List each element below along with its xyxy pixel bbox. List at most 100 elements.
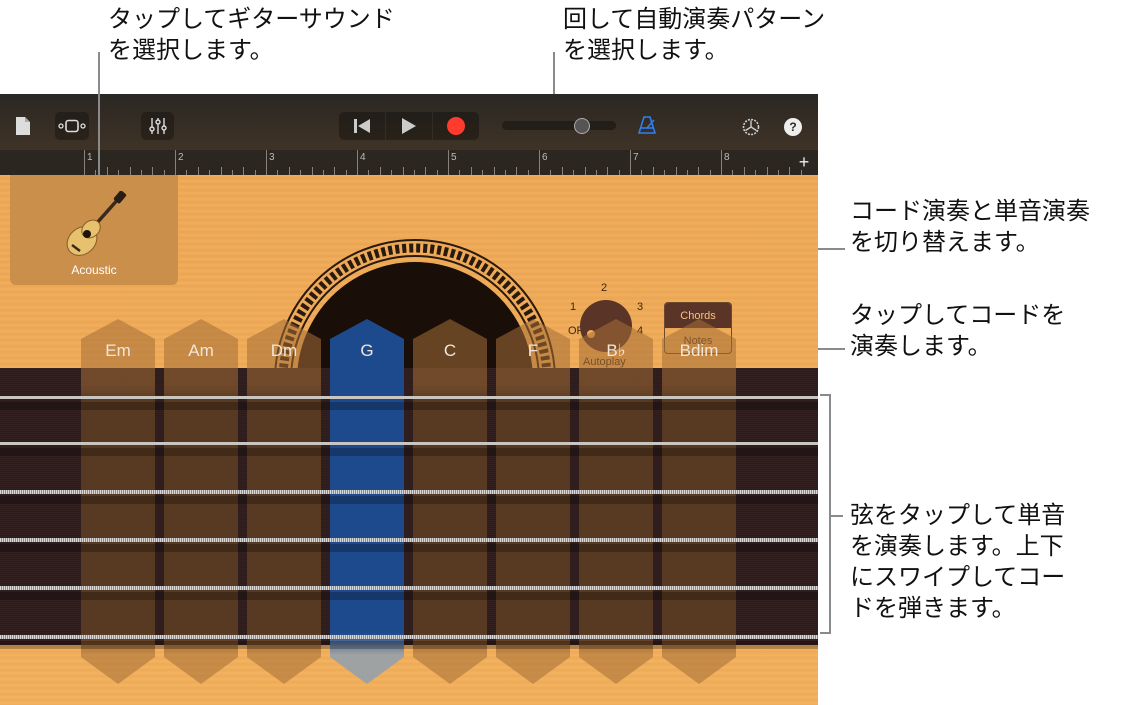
my-songs-button[interactable] bbox=[14, 116, 32, 136]
beat-tick bbox=[675, 167, 677, 175]
play-icon bbox=[402, 118, 416, 134]
beat-tick bbox=[743, 167, 745, 175]
bar-line bbox=[630, 150, 631, 175]
beat-tick bbox=[698, 167, 700, 175]
help-button[interactable]: ? bbox=[784, 118, 802, 136]
record-icon bbox=[447, 117, 465, 135]
record-button[interactable] bbox=[433, 112, 479, 140]
beat-tick bbox=[334, 167, 336, 175]
instrument-name: Acoustic bbox=[71, 263, 117, 277]
bar-line bbox=[357, 150, 358, 175]
guitar-string-1[interactable] bbox=[0, 396, 818, 399]
guitar-string-6[interactable] bbox=[0, 635, 818, 639]
beat-tick bbox=[129, 167, 131, 175]
chord-label: Am bbox=[188, 341, 214, 360]
bar-line bbox=[539, 150, 540, 175]
bar-number: 3 bbox=[269, 152, 275, 163]
string-shadow bbox=[0, 544, 818, 552]
track-view-icon bbox=[58, 119, 86, 133]
bar-line bbox=[175, 150, 176, 175]
guitar-string-3[interactable] bbox=[0, 490, 818, 494]
skip-back-icon bbox=[354, 119, 370, 133]
chord-label: G bbox=[360, 341, 374, 360]
string-shadow bbox=[0, 402, 818, 410]
bar-line bbox=[448, 150, 449, 175]
bar-line bbox=[266, 150, 267, 175]
bar-number: 7 bbox=[633, 152, 639, 163]
callout-autoplay: 回して自動演奏パターン を選択します。 bbox=[563, 5, 826, 64]
string-shadow bbox=[0, 641, 818, 649]
callout-guitar-sound: タップしてギターサウンド を選択します。 bbox=[108, 5, 395, 64]
beat-tick bbox=[220, 167, 222, 175]
beat-tick bbox=[607, 167, 609, 175]
string-shadow bbox=[0, 496, 818, 504]
beat-tick bbox=[766, 167, 768, 175]
autoplay-position-1: 1 bbox=[570, 301, 577, 313]
beat-tick bbox=[152, 167, 154, 175]
beat-tick bbox=[516, 167, 518, 175]
chord-label: Bdim bbox=[679, 341, 719, 360]
beat-tick bbox=[197, 167, 199, 175]
track-view-button[interactable] bbox=[55, 112, 89, 140]
transport-controls bbox=[339, 112, 479, 140]
autoplay-position-2: 2 bbox=[601, 282, 608, 294]
instrument-browser-button[interactable]: Acoustic bbox=[10, 175, 178, 285]
chord-label: Em bbox=[105, 341, 131, 360]
guitar-string-2[interactable] bbox=[0, 442, 818, 445]
beat-tick bbox=[652, 167, 654, 175]
chord-label: C bbox=[443, 341, 457, 360]
beat-tick bbox=[561, 167, 563, 175]
beat-tick bbox=[402, 167, 404, 175]
play-button[interactable] bbox=[386, 112, 433, 140]
guitar-string-5[interactable] bbox=[0, 586, 818, 590]
guitar-string-4[interactable] bbox=[0, 538, 818, 542]
bracket-bottom bbox=[820, 632, 830, 634]
bar-number: 6 bbox=[542, 152, 548, 163]
bar-number: 8 bbox=[724, 152, 730, 163]
timeline-ruler[interactable]: 1 2 3 4 5 6 7 8 + bbox=[0, 150, 818, 175]
bar-number: 5 bbox=[451, 152, 457, 163]
volume-slider-handle[interactable] bbox=[574, 118, 590, 134]
string-shadow bbox=[0, 592, 818, 600]
mixer-button[interactable] bbox=[141, 112, 174, 140]
beat-tick bbox=[470, 167, 472, 175]
playhead[interactable] bbox=[98, 94, 100, 176]
chord-label: F bbox=[527, 341, 539, 360]
beat-tick bbox=[584, 167, 586, 175]
metronome-icon bbox=[638, 116, 656, 134]
bracket-pointer bbox=[831, 515, 843, 517]
metronome-button[interactable] bbox=[636, 114, 658, 136]
bar-line bbox=[84, 150, 85, 175]
document-icon bbox=[16, 117, 30, 135]
beat-tick bbox=[243, 167, 245, 175]
beat-tick bbox=[311, 167, 313, 175]
callout-strings: 弦をタップして単音 を演奏します。上下 にスワイプしてコー ドを弾きます。 bbox=[850, 501, 1066, 622]
string-shadow bbox=[0, 448, 818, 456]
master-volume-slider[interactable] bbox=[502, 118, 616, 134]
settings-button[interactable] bbox=[740, 116, 762, 138]
go-to-beginning-button[interactable] bbox=[339, 112, 386, 140]
chord-label: Dm bbox=[270, 341, 298, 360]
bar-line bbox=[721, 150, 722, 175]
bar-number: 1 bbox=[87, 152, 93, 163]
control-bar: ? bbox=[0, 94, 818, 150]
acoustic-guitar-icon bbox=[66, 191, 127, 256]
add-section-button[interactable]: + bbox=[794, 152, 814, 172]
callout-chord-strips: タップしてコードを 演奏します。 bbox=[850, 301, 1066, 360]
ruler-track: 1 2 3 4 5 6 7 8 bbox=[84, 150, 802, 175]
beat-tick bbox=[379, 167, 381, 175]
callout-chords-notes: コード演奏と単音演奏 を切り替えます。 bbox=[850, 197, 1090, 256]
beat-tick bbox=[493, 167, 495, 175]
beat-tick bbox=[789, 167, 791, 175]
autoplay-position-3: 3 bbox=[637, 301, 644, 313]
beat-tick bbox=[288, 167, 290, 175]
bar-number: 2 bbox=[178, 152, 184, 163]
bar-number: 4 bbox=[360, 152, 366, 163]
gear-icon bbox=[742, 118, 760, 136]
garageband-guitar-app: ? 12345678 + Acoustic OFF 1 2 3 4 Chords… bbox=[0, 94, 818, 705]
bracket-vertical bbox=[829, 394, 831, 634]
beat-tick bbox=[106, 167, 108, 175]
beat-tick bbox=[425, 167, 427, 175]
chord-label: B♭ bbox=[606, 341, 626, 360]
mixer-sliders-icon bbox=[148, 118, 167, 134]
